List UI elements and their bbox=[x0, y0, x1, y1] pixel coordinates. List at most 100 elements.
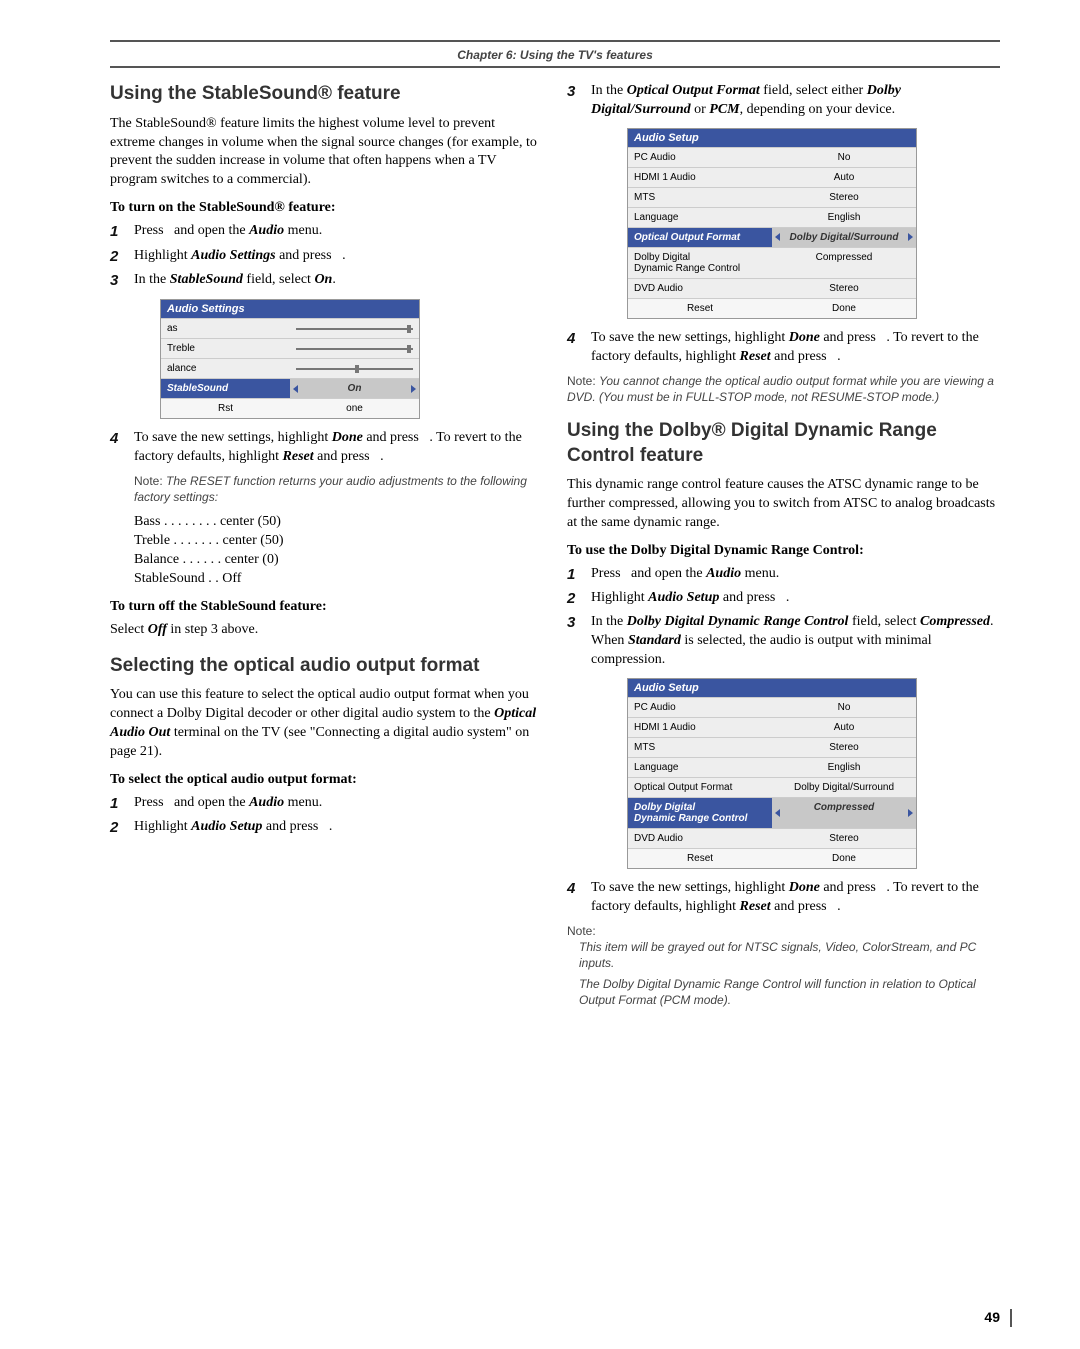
panel-row: MTSStereo bbox=[628, 737, 916, 757]
panel-row: PC AudioNo bbox=[628, 147, 916, 167]
step-number: 1 bbox=[567, 565, 581, 585]
paragraph: You can use this feature to select the o… bbox=[110, 686, 543, 762]
row-value: Dolby Digital/Surround bbox=[772, 228, 916, 247]
step-number: 2 bbox=[567, 589, 581, 609]
panel-footer: Reset Done bbox=[628, 848, 916, 868]
panel-title: Audio Setup bbox=[628, 679, 916, 697]
row-label: Language bbox=[628, 208, 772, 227]
step-text: To save the new settings, highlight Done… bbox=[591, 329, 1000, 367]
footer-reset: Rst bbox=[161, 399, 290, 418]
row-value: Stereo bbox=[772, 829, 916, 848]
row-value: Compressed bbox=[772, 798, 916, 828]
step: 3 In the StableSound field, select On. bbox=[110, 271, 543, 291]
panel-row: PC AudioNo bbox=[628, 697, 916, 717]
subheading: To use the Dolby Digital Dynamic Range C… bbox=[567, 543, 1000, 559]
subheading: To select the optical audio output forma… bbox=[110, 772, 543, 788]
arrow-left-icon bbox=[775, 809, 780, 817]
panel-row-highlight: Optical Output Format Dolby Digital/Surr… bbox=[628, 227, 916, 247]
step: 1Press and open the Audio menu. bbox=[110, 222, 543, 242]
subheading: To turn off the StableSound feature: bbox=[110, 599, 543, 615]
list-item: Treble . . . . . . . center (50) bbox=[134, 532, 543, 551]
step-text: In the StableSound field, select On. bbox=[134, 271, 543, 291]
step-text: In the Optical Output Format field, sele… bbox=[591, 82, 1000, 120]
panel-row: LanguageEnglish bbox=[628, 757, 916, 777]
row-label: HDMI 1 Audio bbox=[628, 718, 772, 737]
row-label: DVD Audio bbox=[628, 829, 772, 848]
row-value: On bbox=[290, 379, 419, 398]
panel-title: Audio Setup bbox=[628, 129, 916, 147]
step: 2Highlight Audio Setup and press . bbox=[110, 818, 543, 838]
step: 2Highlight Audio Settings and press . bbox=[110, 247, 543, 267]
chapter-title: Chapter 6: Using the TV's features bbox=[110, 42, 1000, 66]
row-value-text: Dolby Digital/Surround bbox=[790, 232, 899, 243]
panel-footer: Reset Done bbox=[628, 298, 916, 318]
panel-row: Optical Output FormatDolby Digital/Surro… bbox=[628, 777, 916, 797]
step-text: To save the new settings, highlight Done… bbox=[134, 429, 543, 467]
panel-row: Dolby Digital Dynamic Range ControlCompr… bbox=[628, 247, 916, 278]
audio-settings-panel: Audio Settings asTreblealance StableSoun… bbox=[160, 299, 420, 419]
footer-done: Done bbox=[772, 849, 916, 868]
panel-row: MTSStereo bbox=[628, 187, 916, 207]
row-value: Auto bbox=[772, 718, 916, 737]
step: 4 To save the new settings, highlight Do… bbox=[110, 429, 543, 467]
row-value bbox=[290, 319, 419, 338]
step-number: 3 bbox=[110, 271, 124, 291]
panel-row: LanguageEnglish bbox=[628, 207, 916, 227]
row-value: No bbox=[772, 148, 916, 167]
step-number: 3 bbox=[567, 82, 581, 120]
row-label: MTS bbox=[628, 738, 772, 757]
step-text: To save the new settings, highlight Done… bbox=[591, 879, 1000, 917]
list-item: Balance . . . . . . center (0) bbox=[134, 551, 543, 570]
note: Note: The RESET function returns your au… bbox=[134, 473, 543, 505]
factory-defaults-list: Bass . . . . . . . . center (50)Treble .… bbox=[134, 513, 543, 589]
panel-row: Treble bbox=[161, 338, 419, 358]
step-text: Highlight Audio Setup and press . bbox=[591, 589, 1000, 609]
heading-stablesound: Using the StableSound® feature bbox=[110, 82, 543, 107]
row-value-text: Compressed bbox=[814, 802, 875, 813]
row-label: Treble bbox=[161, 339, 290, 358]
row-value: Dolby Digital/Surround bbox=[772, 778, 916, 797]
row-label: StableSound bbox=[161, 379, 290, 398]
paragraph: The StableSound® feature limits the high… bbox=[110, 115, 543, 191]
step: 1Press and open the Audio menu. bbox=[110, 794, 543, 814]
heading-optical-format: Selecting the optical audio output forma… bbox=[110, 654, 543, 679]
step: 3In the Dolby Digital Dynamic Range Cont… bbox=[567, 613, 1000, 670]
step: 4 To save the new settings, highlight Do… bbox=[567, 879, 1000, 917]
row-value: No bbox=[772, 698, 916, 717]
row-label: PC Audio bbox=[628, 148, 772, 167]
row-value bbox=[290, 339, 419, 358]
left-column: Using the StableSound® feature The Stabl… bbox=[110, 82, 543, 1016]
audio-setup-panel: Audio Setup PC AudioNoHDMI 1 AudioAutoMT… bbox=[627, 128, 917, 319]
arrow-left-icon bbox=[293, 385, 298, 393]
row-label: Optical Output Format bbox=[628, 778, 772, 797]
heading-dolby-drc: Using the Dolby® Digital Dynamic Range C… bbox=[567, 419, 1000, 468]
footer-done: one bbox=[290, 399, 419, 418]
row-value-text: On bbox=[348, 383, 362, 394]
panel-footer: Rst one bbox=[161, 398, 419, 418]
row-value: Stereo bbox=[772, 279, 916, 298]
arrow-right-icon bbox=[908, 809, 913, 817]
row-value: Compressed bbox=[772, 248, 916, 278]
row-label: DVD Audio bbox=[628, 279, 772, 298]
panel-row: alance bbox=[161, 358, 419, 378]
row-value: Stereo bbox=[772, 188, 916, 207]
slider-track bbox=[296, 368, 413, 370]
audio-setup-panel-2: Audio Setup PC AudioNoHDMI 1 AudioAutoMT… bbox=[627, 678, 917, 869]
row-label: HDMI 1 Audio bbox=[628, 168, 772, 187]
slider-thumb bbox=[355, 365, 359, 373]
note: Note: This item will be grayed out for N… bbox=[567, 923, 1000, 1008]
step-number: 4 bbox=[110, 429, 124, 467]
panel-row: HDMI 1 AudioAuto bbox=[628, 717, 916, 737]
row-label: Dolby Digital Dynamic Range Control bbox=[628, 798, 772, 828]
row-value: Auto bbox=[772, 168, 916, 187]
step-text: In the Dolby Digital Dynamic Range Contr… bbox=[591, 613, 1000, 670]
panel-row: HDMI 1 AudioAuto bbox=[628, 167, 916, 187]
panel-row: as bbox=[161, 318, 419, 338]
arrow-right-icon bbox=[908, 233, 913, 241]
row-label: PC Audio bbox=[628, 698, 772, 717]
list-item: Bass . . . . . . . . center (50) bbox=[134, 513, 543, 532]
right-column: 3 In the Optical Output Format field, se… bbox=[567, 82, 1000, 1016]
row-label: MTS bbox=[628, 188, 772, 207]
page-number: 49 bbox=[984, 1309, 1000, 1325]
paragraph: Select Off in step 3 above. bbox=[110, 621, 543, 640]
